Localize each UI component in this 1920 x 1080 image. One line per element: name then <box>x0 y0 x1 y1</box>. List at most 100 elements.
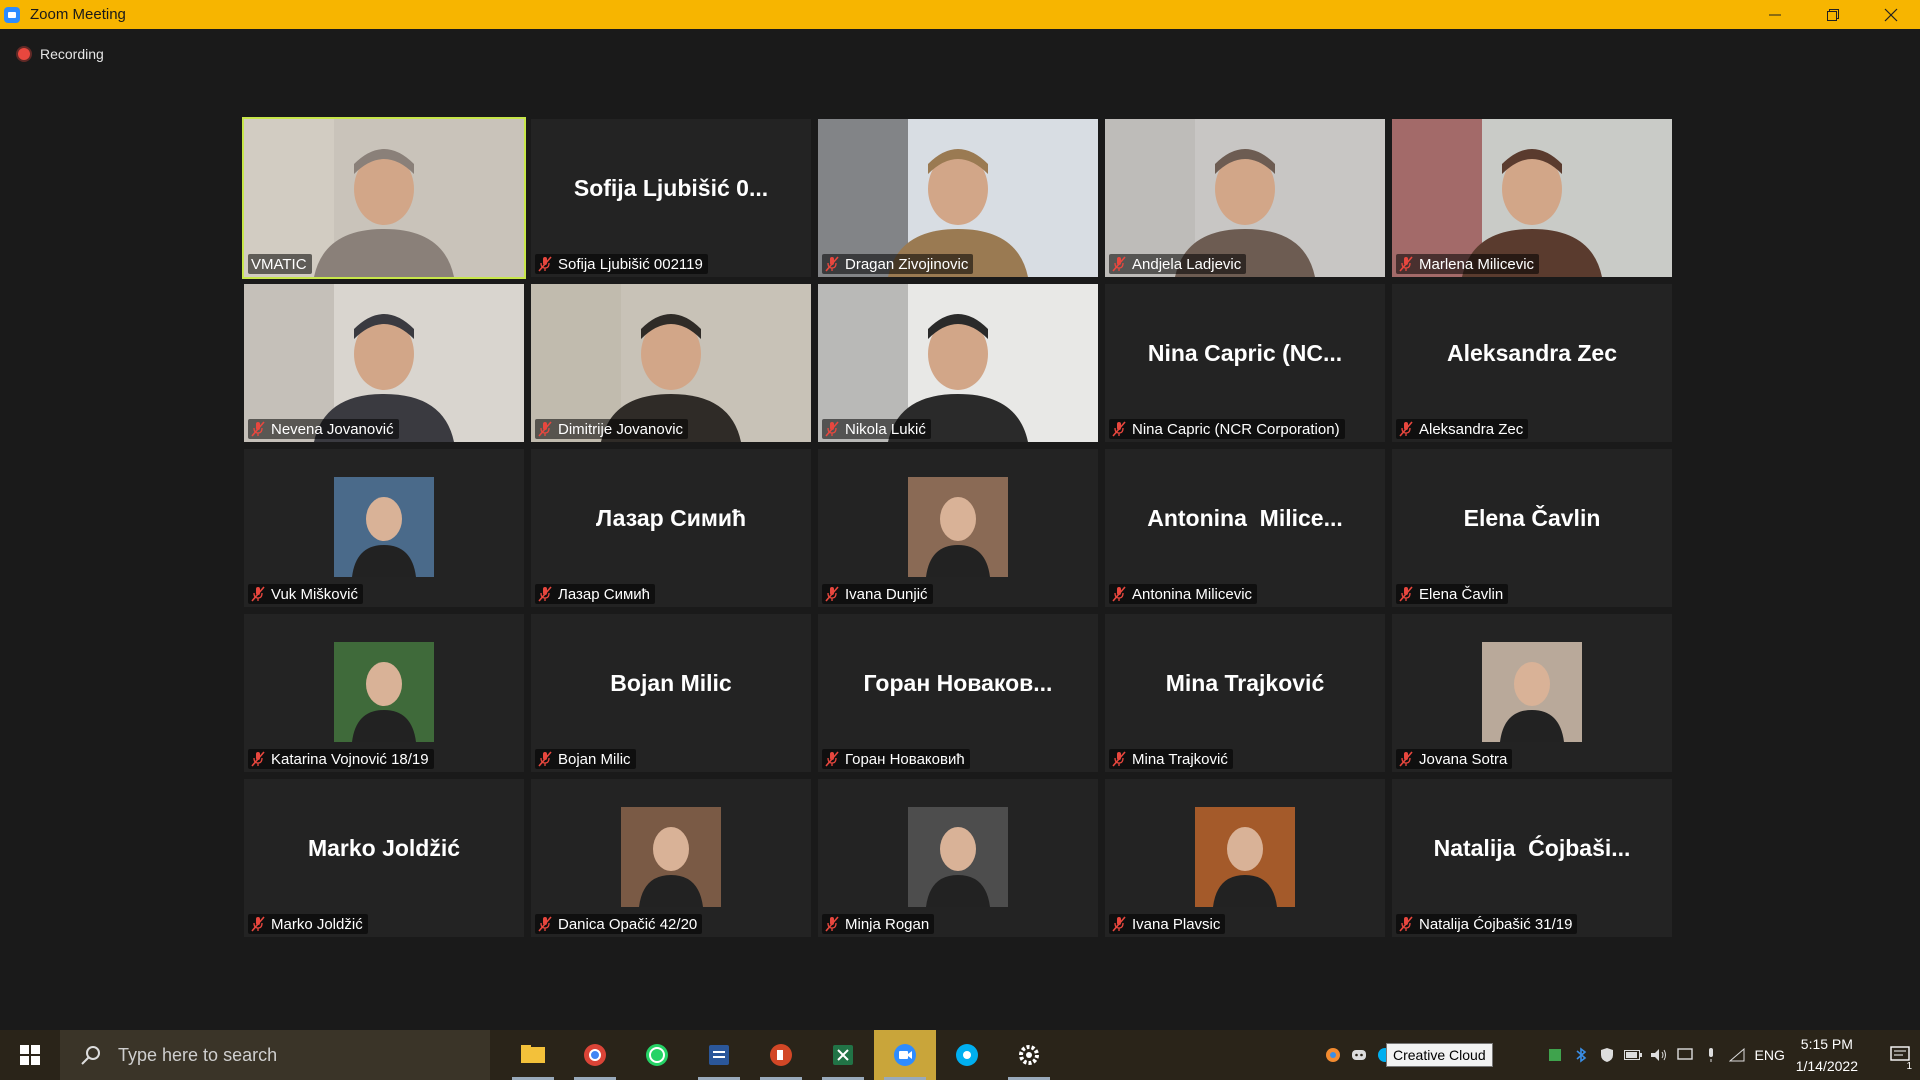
taskbar-app-whatsapp[interactable] <box>626 1030 688 1080</box>
participant-avatar <box>908 807 1008 907</box>
recording-label: Recording <box>40 46 104 62</box>
taskbar-app-word[interactable] <box>688 1030 750 1080</box>
participant-name-label: Minja Rogan <box>822 914 935 934</box>
participant-tile-natalija-c-ojbas-ic-31-19[interactable]: Natalija Ćojbaši... Natalija Ćojbašić 31/… <box>1392 779 1672 937</box>
participant-tile-participant[interactable]: Лазар Симић Лазар Симић <box>531 449 811 607</box>
network-tray-icon[interactable] <box>1724 1030 1750 1080</box>
restore-button[interactable] <box>1804 0 1862 29</box>
participant-display-name: Sofija Ljubišić 0... <box>573 174 769 201</box>
taskbar-app-settings[interactable] <box>998 1030 1060 1080</box>
participant-tile-andjela-ladjevic[interactable]: Andjela Ladjevic <box>1105 119 1385 277</box>
participant-name-label: Aleksandra Zec <box>1396 419 1529 439</box>
screen-tray-icon[interactable] <box>1672 1030 1698 1080</box>
participant-name-label: Danica Opačić 42/20 <box>535 914 703 934</box>
participant-name-label: Katarina Vojnović 18/19 <box>248 749 434 769</box>
battery-tray-icon[interactable] <box>1620 1030 1646 1080</box>
participant-tile-participant[interactable]: Горан Новаков... Горан Новаковић <box>818 614 1098 772</box>
search-icon <box>81 1046 100 1065</box>
participant-name: Dimitrije Jovanovic <box>558 420 684 438</box>
participant-tile-ivana-dunjic[interactable]: Ivana Dunjić <box>818 449 1098 607</box>
participant-display-name: Aleksandra Zec <box>1446 339 1618 366</box>
participant-tile-marlena-milicevic[interactable]: Marlena Milicevic <box>1392 119 1672 277</box>
powerpoint-icon <box>770 1044 792 1066</box>
participant-tile-jovana-sotra[interactable]: Jovana Sotra <box>1392 614 1672 772</box>
microphone-tray-icon[interactable] <box>1698 1030 1724 1080</box>
participant-tile-dragan-zivojinovic[interactable]: Dragan Zivojinovic <box>818 119 1098 277</box>
taskbar-app-file-explorer[interactable] <box>502 1030 564 1080</box>
participant-name: Mina Trajković <box>1132 750 1228 768</box>
windows-logo-icon <box>20 1045 40 1065</box>
participant-tile-nevena-jovanovic[interactable]: Nevena Jovanović <box>244 284 524 442</box>
participant-name: Ivana Plavsic <box>1132 915 1221 933</box>
notification-center-button[interactable]: 1 <box>1880 1030 1920 1080</box>
muted-mic-icon <box>538 586 552 602</box>
participant-tile-bojan-milic[interactable]: Bojan Milic Bojan Milic <box>531 614 811 772</box>
muted-mic-icon <box>825 256 839 272</box>
participant-display-name: Nina Capric (NC... <box>1147 339 1343 366</box>
taskbar-app-excel[interactable] <box>812 1030 874 1080</box>
color-app-tray-icon[interactable] <box>1320 1030 1346 1080</box>
participant-tile-sofija-ljubis-ic-002119[interactable]: Sofija Ljubišić 0... Sofija Ljubišić 0021… <box>531 119 811 277</box>
green-app-tray-icon[interactable] <box>1542 1030 1568 1080</box>
excel-icon <box>833 1045 853 1065</box>
pinwheel-icon <box>1325 1048 1340 1062</box>
participant-name: Nevena Jovanović <box>271 420 394 438</box>
participant-avatar <box>334 477 434 577</box>
taskbar-app-powerpoint[interactable] <box>750 1030 812 1080</box>
taskbar: Type here to search ENG 5:15 PM 1/14/202… <box>0 1030 1920 1080</box>
volume-tray-icon[interactable] <box>1646 1030 1672 1080</box>
participant-tile-antonina-milicevic[interactable]: Antonina Milice... Antonina Milicevic <box>1105 449 1385 607</box>
taskbar-app-chrome[interactable] <box>564 1030 626 1080</box>
participant-tile-elena-c-avlin[interactable]: Elena Čavlin Elena Čavlin <box>1392 449 1672 607</box>
close-icon <box>1884 8 1898 21</box>
participant-tile-marko-joldz-ic[interactable]: Marko Joldžić Marko Joldžić <box>244 779 524 937</box>
participant-name-label: Ivana Plavsic <box>1109 914 1226 934</box>
start-button[interactable] <box>0 1030 60 1080</box>
shield-icon <box>1600 1048 1613 1062</box>
participant-tile-dimitrije-jovanovic[interactable]: Dimitrije Jovanovic <box>531 284 811 442</box>
participant-tile-mina-trajkovic[interactable]: Mina Trajković Mina Trajković <box>1105 614 1385 772</box>
participant-name-label: Andjela Ladjevic <box>1109 254 1247 274</box>
muted-mic-icon <box>825 586 839 602</box>
discord-tray-icon[interactable] <box>1346 1030 1372 1080</box>
zoom-icon <box>894 1044 916 1066</box>
microphone-icon <box>1708 1048 1713 1062</box>
recording-indicator[interactable]: Recording <box>18 46 104 62</box>
taskbar-search-box[interactable]: Type here to search <box>60 1030 490 1080</box>
participant-tile-vuk-mis-kovic[interactable]: Vuk Mišković <box>244 449 524 607</box>
clock[interactable]: 5:15 PM 1/14/2022 <box>1796 1033 1858 1077</box>
participant-tile-minja-rogan[interactable]: Minja Rogan <box>818 779 1098 937</box>
muted-mic-icon <box>1399 916 1413 932</box>
participant-name-label: Marlena Milicevic <box>1396 254 1540 274</box>
close-button[interactable] <box>1862 0 1920 29</box>
participant-tile-vmatic[interactable]: VMATIC <box>242 117 526 279</box>
taskbar-app-zoom[interactable] <box>874 1030 936 1080</box>
muted-mic-icon <box>1112 916 1126 932</box>
participant-tile-nikola-lukic[interactable]: Nikola Lukić <box>818 284 1098 442</box>
participant-display-name: Marko Joldžić <box>307 834 461 861</box>
bluetooth-tray-icon[interactable] <box>1568 1030 1594 1080</box>
muted-mic-icon <box>538 916 552 932</box>
participant-tile-ivana-plavsic[interactable]: Ivana Plavsic <box>1105 779 1385 937</box>
participant-name: Aleksandra Zec <box>1419 420 1524 438</box>
muted-mic-icon <box>825 916 839 932</box>
security-tray-icon[interactable] <box>1594 1030 1620 1080</box>
taskbar-app-skype[interactable] <box>936 1030 998 1080</box>
minimize-button[interactable] <box>1746 0 1804 29</box>
participant-name-label: Dragan Zivojinovic <box>822 254 974 274</box>
participant-avatar <box>1482 642 1582 742</box>
participant-name-label: Elena Čavlin <box>1396 584 1509 604</box>
participant-avatar <box>908 477 1008 577</box>
participant-tile-aleksandra-zec[interactable]: Aleksandra Zec Aleksandra Zec <box>1392 284 1672 442</box>
muted-mic-icon <box>1399 751 1413 767</box>
language-indicator[interactable]: ENG <box>1750 1030 1790 1080</box>
participant-tile-danica-opac-ic-42-20[interactable]: Danica Opačić 42/20 <box>531 779 811 937</box>
participant-name: Nikola Lukić <box>845 420 926 438</box>
clock-date: 1/14/2022 <box>1795 1058 1858 1074</box>
participant-display-name: Bojan Milic <box>610 669 732 696</box>
participant-name-label: VMATIC <box>248 254 312 274</box>
chrome-icon <box>584 1044 606 1066</box>
participant-tile-katarina-vojnovic-18-19[interactable]: Katarina Vojnović 18/19 <box>244 614 524 772</box>
participant-tile-nina-capric-ncr-corporation[interactable]: Nina Capric (NC... Nina Capric (NCR Corpo… <box>1105 284 1385 442</box>
battery-icon <box>1623 1050 1642 1060</box>
